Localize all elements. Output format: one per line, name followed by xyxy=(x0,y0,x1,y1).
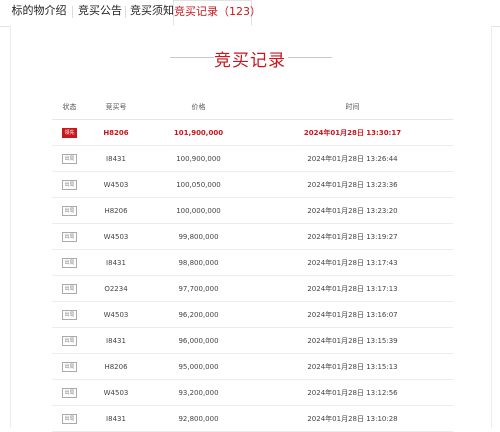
time-cell: 2024年01月28日 13:16:07 xyxy=(252,301,453,328)
bidder-number-cell: H8206 xyxy=(87,353,145,380)
table-row: 出局 W4503 96,200,000 2024年01月28日 13:16:07 xyxy=(52,301,453,328)
price-cell: 95,000,000 xyxy=(145,353,252,380)
status-badge: 出局 xyxy=(62,413,77,424)
tab-bidding-notice[interactable]: 竞买须知 xyxy=(128,0,176,26)
table-row: 出局 O2234 97,700,000 2024年01月28日 13:17:13 xyxy=(52,275,453,302)
header-time: 时间 xyxy=(252,95,453,120)
status-cell: 领先 xyxy=(52,119,87,146)
status-badge: 出局 xyxy=(62,179,77,190)
status-badge: 领先 xyxy=(62,127,77,138)
price-cell: 96,000,000 xyxy=(145,327,252,354)
bidder-number-cell: H8206 xyxy=(87,119,145,146)
tab-auction-announcement[interactable]: 竞买公告 xyxy=(76,0,124,26)
price-cell: 101,900,000 xyxy=(145,119,252,146)
time-cell: 2024年01月28日 13:12:56 xyxy=(252,379,453,406)
tab-separator xyxy=(72,6,73,18)
bidder-number-cell: W4503 xyxy=(87,379,145,406)
table-row: 出局 I8431 100,900,000 2024年01月28日 13:26:44 xyxy=(52,145,453,172)
time-cell: 2024年01月28日 13:26:44 xyxy=(252,145,453,172)
status-cell: 出局 xyxy=(52,301,87,328)
table-row: 出局 W4503 100,050,000 2024年01月28日 13:23:36 xyxy=(52,171,453,198)
status-badge: 出局 xyxy=(62,257,77,268)
header-status: 状态 xyxy=(52,95,87,120)
status-badge: 出局 xyxy=(62,361,77,372)
status-cell: 出局 xyxy=(52,171,87,198)
status-cell: 出局 xyxy=(52,249,87,276)
bid-records-table: 状态 竞买号 价格 时间 领先 H8206 101,900,000 2024年01月2… xyxy=(52,95,453,432)
status-badge: 出局 xyxy=(62,309,77,320)
status-cell: 出局 xyxy=(52,353,87,380)
time-cell: 2024年01月28日 13:23:20 xyxy=(252,197,453,224)
table-row: 出局 H8206 100,000,000 2024年01月28日 13:23:20 xyxy=(52,197,453,224)
price-cell: 97,700,000 xyxy=(145,275,252,302)
bidder-number-cell: W4503 xyxy=(87,301,145,328)
status-badge: 出局 xyxy=(62,231,77,242)
status-badge: 出局 xyxy=(62,205,77,216)
time-cell: 2024年01月28日 13:30:17 xyxy=(252,119,453,146)
table-row: 出局 H8206 95,000,000 2024年01月28日 13:15:13 xyxy=(52,353,453,380)
table-row: 出局 I8431 96,000,000 2024年01月28日 13:15:39 xyxy=(52,327,453,354)
header-price: 价格 xyxy=(145,95,252,120)
price-cell: 99,800,000 xyxy=(145,223,252,250)
title-rule-right xyxy=(288,57,332,58)
bidder-number-cell: W4503 xyxy=(87,223,145,250)
time-cell: 2024年01月28日 13:15:39 xyxy=(252,327,453,354)
time-cell: 2024年01月28日 13:15:13 xyxy=(252,353,453,380)
tab-bar: 标的物介绍 竞买公告 竞买须知 竞买记录（123） xyxy=(0,0,500,27)
table-row: 出局 I8431 98,800,000 2024年01月28日 13:17:43 xyxy=(52,249,453,276)
status-badge: 出局 xyxy=(62,387,77,398)
price-cell: 93,200,000 xyxy=(145,379,252,406)
bidder-number-cell: I8431 xyxy=(87,249,145,276)
status-cell: 出局 xyxy=(52,327,87,354)
tab-bid-records[interactable]: 竞买记录（123） xyxy=(173,0,261,26)
price-cell: 100,050,000 xyxy=(145,171,252,198)
price-cell: 100,000,000 xyxy=(145,197,252,224)
time-cell: 2024年01月28日 13:19:27 xyxy=(252,223,453,250)
price-cell: 96,200,000 xyxy=(145,301,252,328)
price-cell: 100,900,000 xyxy=(145,145,252,172)
tab-separator xyxy=(125,6,126,18)
table-row: 出局 W4503 99,800,000 2024年01月28日 13:19:27 xyxy=(52,223,453,250)
status-badge: 出局 xyxy=(62,283,77,294)
bidder-number-cell: H8206 xyxy=(87,197,145,224)
status-badge: 出局 xyxy=(62,335,77,346)
status-badge: 出局 xyxy=(62,153,77,164)
status-cell: 出局 xyxy=(52,197,87,224)
status-cell: 出局 xyxy=(52,223,87,250)
price-cell: 98,800,000 xyxy=(145,249,252,276)
header-bidder-number: 竞买号 xyxy=(87,95,145,120)
status-cell: 出局 xyxy=(52,275,87,302)
tab-item-introduction[interactable]: 标的物介绍 xyxy=(8,0,70,26)
status-cell: 出局 xyxy=(52,145,87,172)
table-header-row: 状态 竞买号 价格 时间 xyxy=(52,95,453,120)
time-cell: 2024年01月28日 13:23:36 xyxy=(252,171,453,198)
bidder-number-cell: W4503 xyxy=(87,171,145,198)
table-row: 出局 W4503 93,200,000 2024年01月28日 13:12:56 xyxy=(52,379,453,406)
time-cell: 2024年01月28日 13:17:43 xyxy=(252,249,453,276)
bidder-number-cell: O2234 xyxy=(87,275,145,302)
time-cell: 2024年01月28日 13:17:13 xyxy=(252,275,453,302)
status-cell: 出局 xyxy=(52,379,87,406)
table-row: 领先 H8206 101,900,000 2024年01月28日 13:30:17 xyxy=(52,119,453,146)
section-title: 竞买记录 xyxy=(214,51,286,71)
bidder-number-cell: I8431 xyxy=(87,145,145,172)
bidder-number-cell: I8431 xyxy=(87,327,145,354)
